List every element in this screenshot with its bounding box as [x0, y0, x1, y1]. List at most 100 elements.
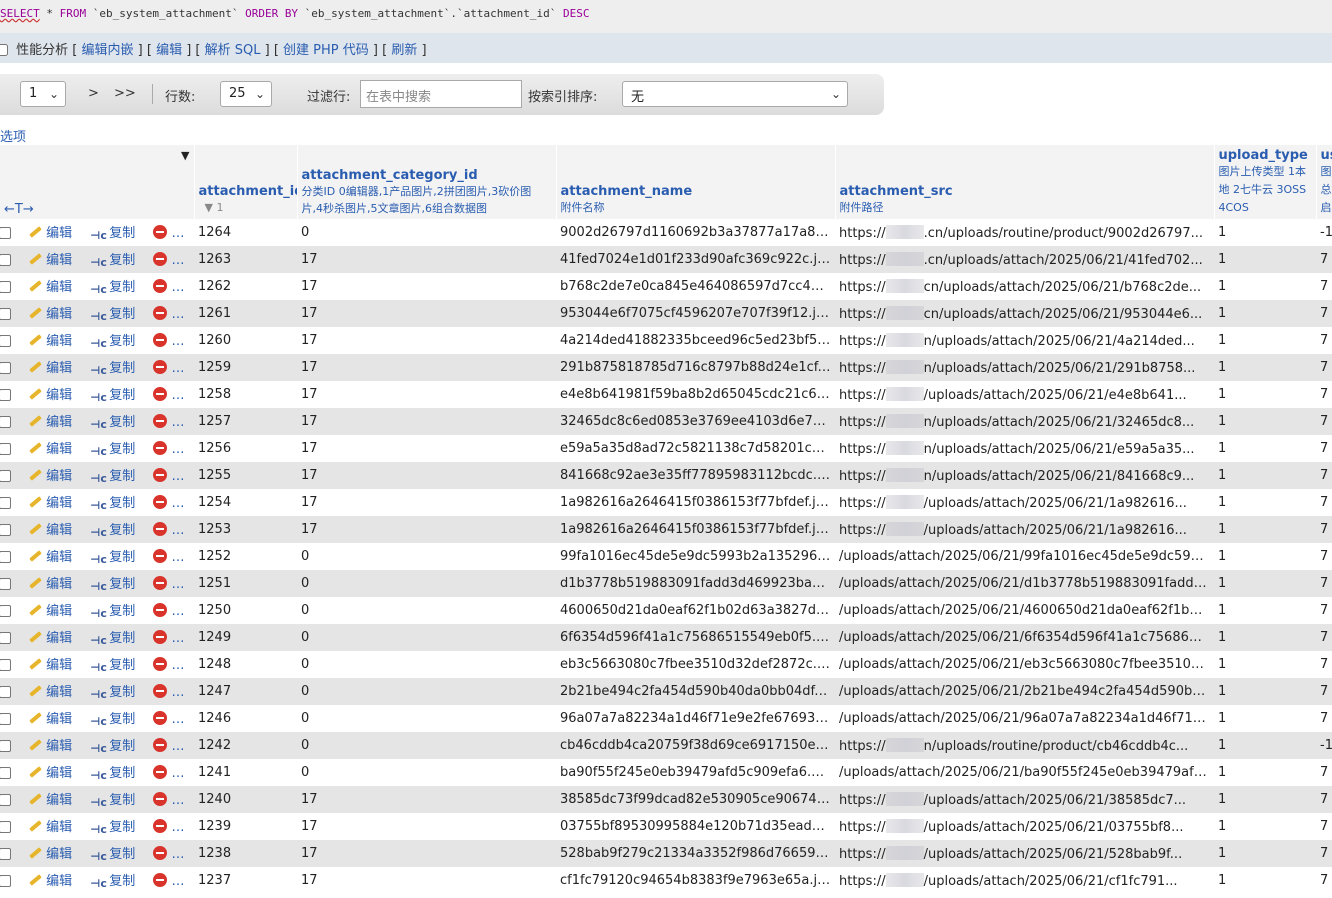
cell-upload-type[interactable]: 1: [1214, 705, 1316, 732]
row-edit-button[interactable]: 编辑: [27, 766, 72, 781]
row-edit-button[interactable]: 编辑: [27, 253, 72, 268]
row-edit-button[interactable]: 编辑: [27, 496, 72, 511]
cell-attachment-src[interactable]: https:// n/uploads/attach/2025/06/21/3246…: [835, 408, 1214, 435]
cell-attachment-name[interactable]: cf1fc79120c94654b8383f9e7963e65a.jpg: [556, 867, 835, 894]
last-page-button[interactable]: >>: [114, 86, 136, 101]
cell-attachment-src[interactable]: https:// /uploads/attach/2025/06/21/1a982…: [835, 516, 1214, 543]
row-delete-button[interactable]: 删除: [153, 360, 194, 376]
cell-upload-type[interactable]: 1: [1214, 786, 1316, 813]
cell-attachment-id[interactable]: 1262: [194, 273, 297, 300]
cell-category-id[interactable]: 17: [297, 786, 556, 813]
row-delete-button[interactable]: 删除: [153, 414, 194, 430]
cell-category-id[interactable]: 0: [297, 543, 556, 570]
row-copy-button[interactable]: ⊣c 复制: [90, 847, 135, 863]
row-edit-button[interactable]: 编辑: [27, 793, 72, 808]
cell-us[interactable]: 7: [1316, 570, 1332, 597]
cell-attachment-src[interactable]: https:// n/uploads/attach/2025/06/21/e59a…: [835, 435, 1214, 462]
cell-attachment-name[interactable]: 9002d26797d1160692b3a37877a17a8f.jpg: [556, 219, 835, 246]
column-name[interactable]: attachment_src: [840, 184, 1211, 199]
row-edit-button[interactable]: 编辑: [27, 442, 72, 457]
cell-attachment-src[interactable]: https:// cn/uploads/attach/2025/06/21/b76…: [835, 273, 1214, 300]
cell-attachment-name[interactable]: 953044e6f7075cf4596207e707f39f12.jpg: [556, 300, 835, 327]
cell-category-id[interactable]: 17: [297, 327, 556, 354]
cell-us[interactable]: 7: [1316, 651, 1332, 678]
row-copy-button[interactable]: ⊣c 复制: [90, 334, 135, 350]
cell-category-id[interactable]: 17: [297, 273, 556, 300]
row-delete-button[interactable]: 删除: [153, 468, 194, 484]
cell-attachment-src[interactable]: /uploads/attach/2025/06/21/99fa1016ec45d…: [835, 543, 1214, 570]
row-delete-button[interactable]: 删除: [153, 387, 194, 403]
cell-upload-type[interactable]: 1: [1214, 300, 1316, 327]
cell-upload-type[interactable]: 1: [1214, 543, 1316, 570]
cell-category-id[interactable]: 17: [297, 246, 556, 273]
row-edit-button[interactable]: 编辑: [27, 712, 72, 727]
cell-attachment-src[interactable]: /uploads/attach/2025/06/21/96a07a7a82234…: [835, 705, 1214, 732]
cell-us[interactable]: 7: [1316, 327, 1332, 354]
cell-attachment-id[interactable]: 1264: [194, 219, 297, 246]
cell-us[interactable]: 7: [1316, 813, 1332, 840]
row-checkbox[interactable]: [0, 713, 11, 725]
row-checkbox[interactable]: [0, 821, 11, 833]
cell-us[interactable]: 7: [1316, 867, 1332, 894]
cell-us[interactable]: 7: [1316, 759, 1332, 786]
cell-category-id[interactable]: 17: [297, 462, 556, 489]
cell-us[interactable]: 7: [1316, 300, 1332, 327]
row-delete-button[interactable]: 删除: [153, 549, 194, 565]
cell-attachment-id[interactable]: 1253: [194, 516, 297, 543]
cell-attachment-id[interactable]: 1261: [194, 300, 297, 327]
cell-attachment-id[interactable]: 1250: [194, 597, 297, 624]
row-delete-button[interactable]: 删除: [153, 711, 194, 727]
cell-attachment-name[interactable]: d1b3778b519883091fadd3d469923bac.jpg: [556, 570, 835, 597]
cell-upload-type[interactable]: 1: [1214, 435, 1316, 462]
cell-attachment-id[interactable]: 1263: [194, 246, 297, 273]
cell-attachment-src[interactable]: /uploads/attach/2025/06/21/eb3c5663080c7…: [835, 651, 1214, 678]
header-us[interactable]: us 图总启: [1316, 145, 1332, 219]
cell-upload-type[interactable]: 1: [1214, 489, 1316, 516]
column-name[interactable]: upload_type: [1219, 148, 1313, 163]
row-copy-button[interactable]: ⊣c 复制: [90, 415, 135, 431]
row-checkbox[interactable]: [0, 551, 11, 563]
cell-attachment-src[interactable]: https:// /uploads/attach/2025/06/21/cf1fc…: [835, 867, 1214, 894]
cell-attachment-src[interactable]: /uploads/attach/2025/06/21/ba90f55f245e0…: [835, 759, 1214, 786]
cell-us[interactable]: 7: [1316, 543, 1332, 570]
row-edit-button[interactable]: 编辑: [27, 415, 72, 430]
row-delete-button[interactable]: 删除: [153, 441, 194, 457]
cell-attachment-src[interactable]: /uploads/attach/2025/06/21/6f6354d596f41…: [835, 624, 1214, 651]
cell-category-id[interactable]: 17: [297, 867, 556, 894]
cell-upload-type[interactable]: 1: [1214, 678, 1316, 705]
create-php-link[interactable]: 创建 PHP 代码: [283, 43, 369, 58]
cell-attachment-name[interactable]: 6f6354d596f41a1c75686515549eb0f5.jpg: [556, 624, 835, 651]
cell-attachment-src[interactable]: /uploads/attach/2025/06/21/d1b3778b51988…: [835, 570, 1214, 597]
cell-attachment-id[interactable]: 1246: [194, 705, 297, 732]
row-copy-button[interactable]: ⊣c 复制: [90, 793, 135, 809]
cell-attachment-src[interactable]: https:// n/uploads/attach/2025/06/21/4a21…: [835, 327, 1214, 354]
cell-attachment-id[interactable]: 1257: [194, 408, 297, 435]
cell-attachment-name[interactable]: e4e8b641981f59ba8b2d65045cdc21c6.jpg: [556, 381, 835, 408]
row-checkbox[interactable]: [0, 767, 11, 779]
cell-attachment-id[interactable]: 1258: [194, 381, 297, 408]
row-edit-button[interactable]: 编辑: [27, 847, 72, 862]
row-edit-button[interactable]: 编辑: [27, 631, 72, 646]
row-delete-button[interactable]: 删除: [153, 333, 194, 349]
row-checkbox[interactable]: [0, 416, 11, 428]
row-checkbox[interactable]: [0, 686, 11, 698]
row-copy-button[interactable]: ⊣c 复制: [90, 874, 135, 890]
cell-us[interactable]: 7: [1316, 705, 1332, 732]
cell-attachment-name[interactable]: eb3c5663080c7fbee3510d32def2872c.jpg: [556, 651, 835, 678]
row-delete-button[interactable]: 删除: [153, 576, 194, 592]
cell-upload-type[interactable]: 1: [1214, 408, 1316, 435]
row-copy-button[interactable]: ⊣c 复制: [90, 496, 135, 512]
row-edit-button[interactable]: 编辑: [27, 820, 72, 835]
cell-attachment-name[interactable]: b768c2de7e0ca845e464086597d7cc4b.jpg: [556, 273, 835, 300]
row-copy-button[interactable]: ⊣c 复制: [90, 442, 135, 458]
row-copy-button[interactable]: ⊣c 复制: [90, 658, 135, 674]
cell-attachment-name[interactable]: 99fa1016ec45de5e9dc5993b2a135296.jpg: [556, 543, 835, 570]
cell-category-id[interactable]: 17: [297, 354, 556, 381]
cell-attachment-id[interactable]: 1240: [194, 786, 297, 813]
column-arrows[interactable]: ←T→: [4, 202, 34, 217]
row-delete-button[interactable]: 删除: [153, 603, 194, 619]
row-checkbox[interactable]: [0, 470, 11, 482]
refresh-link[interactable]: 刷新: [391, 43, 417, 58]
cell-attachment-src[interactable]: https:// n/uploads/attach/2025/06/21/291b…: [835, 354, 1214, 381]
row-edit-button[interactable]: 编辑: [27, 739, 72, 754]
